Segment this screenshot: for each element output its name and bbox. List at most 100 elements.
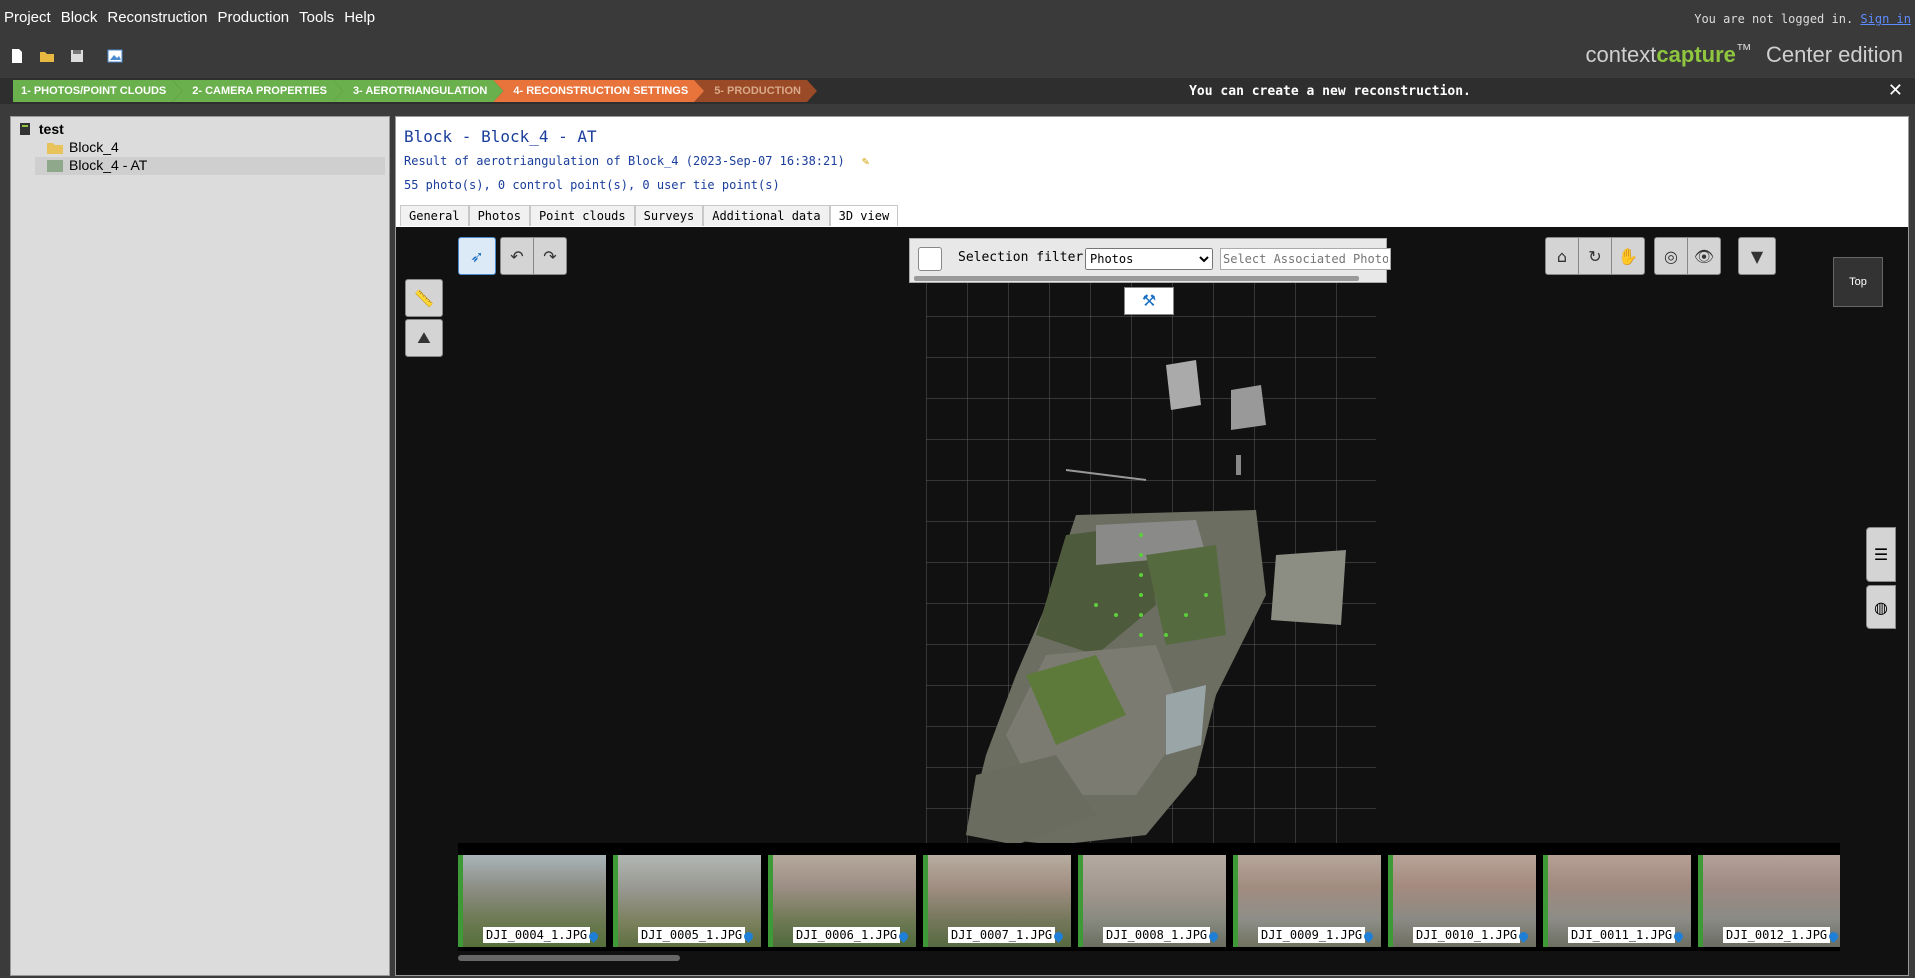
photo-caption: DJI_0011_1.JPG	[1568, 927, 1676, 943]
photo-thumbnail[interactable]: DJI_0004_1.JPG	[458, 855, 606, 947]
menu-list: Project Block Reconstruction Production …	[4, 9, 375, 26]
step-camera-properties[interactable]: 2- CAMERA PROPERTIES	[172, 80, 343, 102]
main-panel: Block - Block_4 - AT Result of aerotrian…	[395, 116, 1909, 976]
photo-caption: DJI_0009_1.JPG	[1258, 927, 1366, 943]
redo-button[interactable]: ↷	[533, 237, 567, 275]
brand-tm: ™	[1735, 42, 1752, 59]
undo-button[interactable]: ↶	[500, 237, 534, 275]
project-icon	[20, 123, 30, 135]
home-button[interactable]: ⌂	[1545, 237, 1579, 275]
wizard-steps: 1- PHOTOS/POINT CLOUDS 2- CAMERA PROPERT…	[13, 80, 807, 102]
edit-pencil-icon[interactable]: ✎	[862, 154, 869, 168]
step-aerotriangulation[interactable]: 3- AEROTRIANGULATION	[333, 80, 503, 102]
folder-icon	[47, 143, 63, 154]
block-subtitle-text: Result of aerotriangulation of Block_4 (…	[404, 154, 845, 168]
photo-caption: DJI_0005_1.JPG	[638, 927, 746, 943]
login-status: You are not logged in. Sign in	[1694, 12, 1911, 26]
orbit-button[interactable]: ↻	[1578, 237, 1612, 275]
brand-edition: Center edition	[1766, 42, 1903, 67]
sign-in-link[interactable]: Sign in	[1860, 12, 1911, 26]
filter-scrollbar[interactable]	[914, 276, 1359, 281]
associated-photos-input[interactable]	[1220, 248, 1391, 270]
tab-surveys[interactable]: Surveys	[634, 205, 704, 226]
photo-strip-scrollbar[interactable]	[458, 954, 1840, 962]
login-text: You are not logged in.	[1694, 12, 1854, 26]
eye-icon: 👁	[1693, 246, 1715, 266]
photo-caption: DJI_0004_1.JPG	[483, 927, 591, 943]
photo-thumbnail[interactable]: DJI_0010_1.JPG	[1388, 855, 1536, 947]
menu-help[interactable]: Help	[344, 9, 375, 26]
step-reconstruction-settings[interactable]: 4- RECONSTRUCTION SETTINGS	[493, 80, 704, 102]
photo-caption: DJI_0012_1.JPG	[1723, 927, 1831, 943]
selection-filter-panel: Selection filter: Photos	[909, 238, 1391, 283]
scene-render	[926, 275, 1376, 845]
tab-photos[interactable]: Photos	[468, 205, 530, 226]
tree-item-block4-at[interactable]: Block_4 - AT	[35, 157, 385, 175]
block-title: Block - Block_4 - AT	[404, 127, 597, 146]
menu-reconstruction[interactable]: Reconstruction	[107, 9, 207, 26]
menu-tools[interactable]: Tools	[299, 9, 334, 26]
globe-button[interactable]: ◍	[1866, 585, 1896, 629]
tab-additional-data[interactable]: Additional data	[703, 205, 830, 226]
brand-logo: contextcapture™ Center edition	[1585, 42, 1903, 68]
tab-general[interactable]: General	[400, 205, 469, 226]
menu-production[interactable]: Production	[217, 9, 289, 26]
step-photos[interactable]: 1- PHOTOS/POINT CLOUDS	[13, 80, 182, 102]
layers-icon: ☰	[1873, 545, 1889, 564]
brand-light: context	[1585, 42, 1657, 67]
tab-bar: General Photos Point clouds Surveys Addi…	[400, 205, 899, 226]
tree-item-label: Block_4	[69, 139, 119, 155]
tab-point-clouds[interactable]: Point clouds	[529, 205, 635, 226]
ruler-icon: 📏	[414, 288, 434, 308]
3d-viewport[interactable]: ➶ ↶ ↷ 📏 ⛰ Selection filter: Photos ⚒ ⌂ ↻…	[396, 227, 1908, 975]
tools-toggle-icon[interactable]: ⚒	[1124, 287, 1174, 315]
project-tree: test Block_4 Block_4 - AT	[10, 116, 390, 976]
image-viewer-icon[interactable]	[106, 47, 124, 65]
photo-thumbnail[interactable]: DJI_0011_1.JPG	[1543, 855, 1691, 947]
photo-caption: DJI_0006_1.JPG	[793, 927, 901, 943]
save-icon[interactable]	[68, 47, 86, 65]
measure-button[interactable]: 📏	[405, 279, 443, 317]
redo-icon: ↷	[543, 246, 557, 266]
selection-filter-select[interactable]: Photos	[1085, 248, 1213, 270]
pan-button[interactable]: ✋	[1611, 237, 1645, 275]
menu-block[interactable]: Block	[61, 9, 98, 26]
brand-bold: capture	[1656, 42, 1736, 67]
profile-button[interactable]: ⛰	[405, 319, 443, 357]
photo-thumbnail[interactable]: DJI_0009_1.JPG	[1233, 855, 1381, 947]
wizard-message: You can create a new reconstruction.	[1189, 84, 1471, 99]
photo-thumbnail[interactable]: DJI_0005_1.JPG	[613, 855, 761, 947]
undo-icon: ↶	[510, 246, 524, 266]
menu-project[interactable]: Project	[4, 9, 51, 26]
new-file-icon[interactable]	[8, 47, 26, 65]
selection-filter-label: Selection filter:	[958, 250, 1092, 265]
scrollbar-thumb[interactable]	[458, 955, 680, 961]
tree-item-block4[interactable]: Block_4	[35, 139, 385, 157]
tree-root[interactable]: test	[19, 121, 64, 137]
photo-strip: DJI_0004_1.JPG DJI_0005_1.JPG DJI_0006_1…	[458, 843, 1840, 951]
open-folder-icon[interactable]	[38, 47, 56, 65]
home-icon: ⌂	[1556, 246, 1568, 266]
photo-thumbnail[interactable]: DJI_0008_1.JPG	[1078, 855, 1226, 947]
block-icon	[47, 160, 63, 172]
visibility-button[interactable]: 👁	[1687, 237, 1721, 275]
focus-button[interactable]: ◎	[1654, 237, 1688, 275]
photo-caption: DJI_0007_1.JPG	[948, 927, 1056, 943]
photo-thumbnail[interactable]: DJI_0006_1.JPG	[768, 855, 916, 947]
photo-caption: DJI_0008_1.JPG	[1103, 927, 1211, 943]
select-tool-button[interactable]: ➶	[458, 237, 496, 275]
filter-button[interactable]: ▼	[1738, 237, 1776, 275]
block-info: 55 photo(s), 0 control point(s), 0 user …	[404, 178, 780, 192]
filter-toggle-icon[interactable]	[918, 247, 942, 271]
globe-icon: ◍	[1874, 597, 1888, 617]
tab-3d-view[interactable]: 3D view	[829, 205, 899, 226]
photo-thumbnail[interactable]: DJI_0007_1.JPG	[923, 855, 1071, 947]
hand-icon: ✋	[1618, 246, 1638, 266]
layers-button[interactable]: ☰	[1866, 527, 1896, 582]
toolbar: contextcapture™ Center edition	[0, 38, 1915, 76]
close-icon[interactable]: ✕	[1888, 80, 1903, 101]
photo-thumbnail[interactable]: DJI_0012_1.JPG	[1698, 855, 1840, 947]
top-view-button[interactable]: Top	[1833, 257, 1883, 307]
block-subtitle: Result of aerotriangulation of Block_4 (…	[404, 154, 869, 168]
tree-item-label: Block_4 - AT	[69, 157, 148, 173]
